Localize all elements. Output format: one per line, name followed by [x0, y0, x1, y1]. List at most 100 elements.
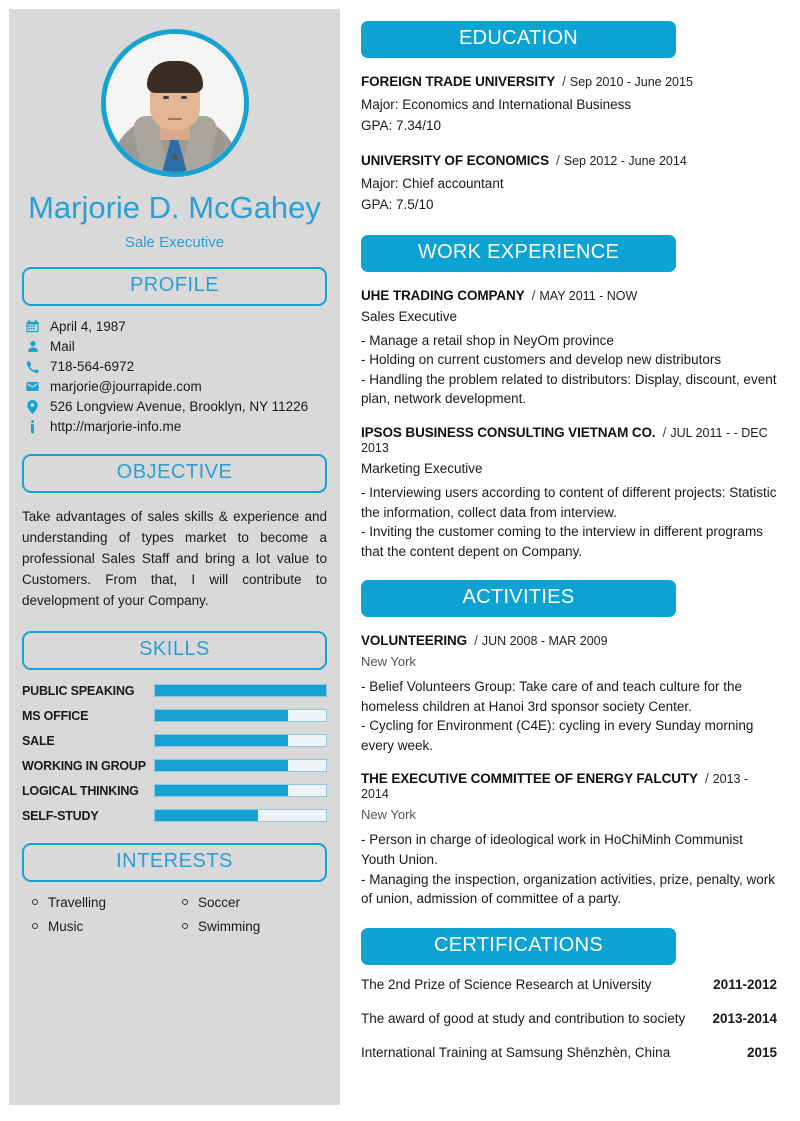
activity-bullet: - Belief Volunteers Group: Take care of …: [361, 679, 742, 714]
work-date: MAY 2011 - NOW: [539, 288, 638, 303]
certification-row: International Training at Samsung Shēnzh…: [361, 1045, 777, 1060]
contact-list: April 4, 1987 Mail 718-564-6972 marjorie…: [25, 319, 327, 434]
interest-item: Soccer: [182, 895, 327, 910]
activity-bullets: - Belief Volunteers Group: Take care of …: [361, 677, 777, 755]
activity-bullets: - Person in charge of ideological work i…: [361, 830, 777, 908]
interest-item: Travelling: [32, 895, 182, 910]
user-icon: [25, 340, 40, 353]
resume-page: Marjorie D. McGahey Sale Executive PROFI…: [0, 0, 800, 1121]
skill-bar: [154, 684, 327, 698]
work-title-row: UHE TRADING COMPANY / MAY 2011 - NOW: [361, 288, 777, 303]
interest-label: Soccer: [198, 894, 241, 910]
education-gpa: GPA: 7.34/10: [361, 117, 442, 133]
activity-bullet: - Managing the inspection, organization …: [361, 871, 775, 907]
skill-label: SELF-STUDY: [22, 808, 99, 823]
work-title-row: IPSOS BUSINESS CONSULTING VIETNAM CO. / JU…: [361, 425, 777, 455]
separator: /: [474, 633, 478, 649]
separator: /: [531, 287, 536, 303]
skill-bar-fill: [155, 710, 289, 722]
activity-bullet: - Cycling for Environment (C4E): cycling…: [361, 718, 754, 753]
section-heading-skills: SKILLS: [22, 630, 327, 670]
activity-title-row: THE EXECUTIVE COMMITTEE OF ENERGY FALCUT…: [361, 771, 777, 801]
certification-row: The 2nd Prize of Science Research at Uni…: [361, 977, 777, 992]
contact-text: April 4, 1987: [50, 319, 126, 335]
main-content: EDUCATION FOREIGN TRADE UNIVERSITY / Sep 2…: [340, 9, 791, 1105]
candidate-job-title: Sale Executive: [124, 234, 225, 252]
skill-bar: [154, 784, 327, 798]
phone-icon: [25, 360, 40, 374]
objective-text: Take advantages of sales skills & experi…: [22, 509, 327, 608]
work-org: UHE TRADING COMPANY: [361, 287, 525, 303]
contact-item-email: marjorie@jourrapide.com: [25, 379, 327, 394]
certification-title: The 2nd Prize of Science Research at Uni…: [361, 976, 652, 992]
sidebar: Marjorie D. McGahey Sale Executive PROFI…: [9, 9, 340, 1105]
skill-label: SALE: [22, 733, 55, 748]
calendar-icon: [25, 320, 40, 333]
work-bullet: - Manage a retail shop in NeyOm province: [361, 332, 614, 348]
skill-label: MS OFFICE: [22, 708, 89, 723]
certification-year: 2015: [746, 1044, 777, 1060]
avatar-container: [22, 29, 327, 177]
activity-date: JUN 2008 - MAR 2009: [481, 634, 608, 649]
section-heading-education: EDUCATION: [361, 21, 676, 58]
certification-year: 2011-2012: [713, 976, 777, 992]
education-item: UNIVERSITY OF ECONOMICS / Sep 2012 - June …: [361, 153, 777, 216]
activity-org: THE EXECUTIVE COMMITTEE OF ENERGY FALCUT…: [361, 771, 698, 787]
work-bullet: - Inviting the customer coming to the in…: [361, 524, 763, 559]
avatar: [100, 29, 249, 177]
info-icon: [25, 419, 40, 434]
work-org: IPSOS BUSINESS CONSULTING VIETNAM CO.: [361, 424, 656, 440]
activity-item: THE EXECUTIVE COMMITTEE OF ENERGY FALCUT…: [361, 771, 777, 908]
envelope-icon: [25, 380, 40, 393]
education-title-row: UNIVERSITY OF ECONOMICS / Sep 2012 - June …: [361, 153, 777, 168]
section-heading-certifications: CERTIFICATIONS: [361, 927, 676, 965]
work-bullets: - Manage a retail shop in NeyOm province…: [361, 331, 777, 409]
work-role: Sales Executive: [361, 308, 458, 324]
education-item: FOREIGN TRADE UNIVERSITY / Sep 2010 - June…: [361, 74, 777, 137]
education-org: UNIVERSITY OF ECONOMICS: [361, 152, 549, 168]
skill-label: WORKING IN GROUP: [22, 758, 146, 773]
interests-list: Travelling Soccer Music Swimming: [22, 895, 327, 934]
skill-label: LOGICAL THINKING: [22, 783, 139, 798]
contact-item-name: Mail: [25, 339, 327, 354]
interest-label: Music: [48, 918, 84, 934]
contact-item-website: http://marjorie-info.me: [25, 419, 327, 434]
skill-row: SELF-STUDY: [22, 809, 327, 823]
activity-item: VOLUNTEERING / JUN 2008 - MAR 2009 New Yor…: [361, 633, 777, 755]
education-title-row: FOREIGN TRADE UNIVERSITY / Sep 2010 - June…: [361, 74, 777, 89]
work-item: UHE TRADING COMPANY / MAY 2011 - NOW Sales…: [361, 288, 777, 409]
education-major: Major: Chief accountant: [361, 175, 504, 191]
skill-bar-fill: [155, 685, 326, 697]
bullet-icon: [182, 899, 188, 906]
skills-list: PUBLIC SPEAKING MS OFFICE SALE WORKING I…: [22, 684, 327, 823]
certifications-list: The 2nd Prize of Science Research at Uni…: [361, 977, 777, 1060]
work-role: Marketing Executive: [361, 460, 483, 476]
activity-location: New York: [361, 654, 416, 670]
skill-row: LOGICAL THINKING: [22, 784, 327, 798]
contact-text: 526 Longview Avenue, Brooklyn, NY 11226: [50, 399, 309, 415]
candidate-name: Marjorie D. McGahey: [28, 190, 321, 225]
contact-text: http://marjorie-info.me: [50, 419, 182, 435]
education-date: Sep 2010 - June 2015: [569, 75, 693, 89]
education-date: Sep 2012 - June 2014: [563, 153, 687, 168]
contact-text: marjorie@jourrapide.com: [50, 379, 202, 395]
bullet-icon: [182, 923, 188, 930]
interest-label: Travelling: [48, 894, 107, 910]
education-org: FOREIGN TRADE UNIVERSITY: [361, 74, 556, 89]
section-heading-work-experience: WORK EXPERIENCE: [361, 234, 676, 272]
contact-item-birthdate: April 4, 1987: [25, 319, 327, 334]
work-item: IPSOS BUSINESS CONSULTING VIETNAM CO. / JU…: [361, 425, 777, 561]
interest-label: Swimming: [198, 918, 261, 934]
separator: /: [704, 771, 709, 787]
skill-bar-fill: [155, 810, 258, 822]
work-bullets: - Interviewing users according to conten…: [361, 483, 777, 561]
activity-org: VOLUNTEERING: [361, 633, 468, 649]
work-bullet: - Handling the problem related to distri…: [361, 371, 777, 407]
skill-row: PUBLIC SPEAKING: [22, 684, 327, 698]
skill-bar-fill: [155, 760, 289, 772]
skill-bar-fill: [155, 735, 289, 747]
separator: /: [662, 424, 667, 440]
skill-row: SALE: [22, 734, 327, 748]
activity-title-row: VOLUNTEERING / JUN 2008 - MAR 2009: [361, 633, 777, 648]
separator: /: [555, 152, 560, 168]
